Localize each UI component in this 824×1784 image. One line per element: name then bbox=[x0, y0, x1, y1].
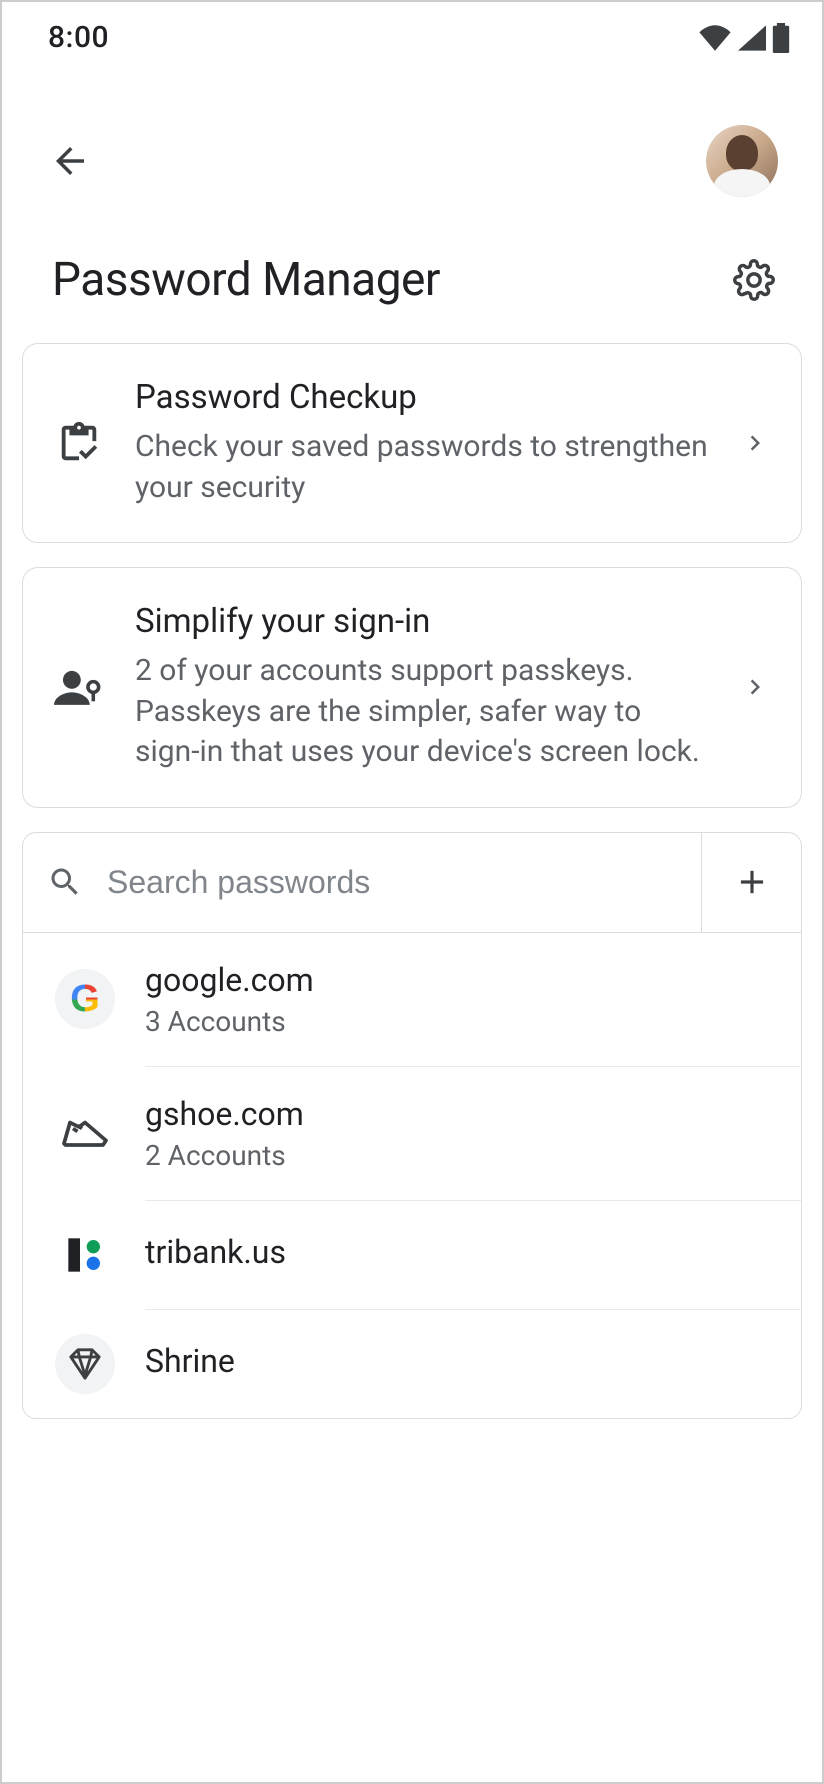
entry-site: Shrine bbox=[145, 1342, 781, 1380]
person-key-icon bbox=[51, 667, 107, 707]
search-input[interactable] bbox=[107, 864, 677, 901]
status-icons bbox=[698, 23, 790, 53]
entry-site: google.com bbox=[145, 961, 781, 999]
passkeys-card[interactable]: Simplify your sign-in 2 of your accounts… bbox=[22, 567, 802, 808]
entry-sub: 3 Accounts bbox=[145, 1005, 781, 1038]
add-password-button[interactable] bbox=[701, 833, 801, 932]
password-entry-tribank[interactable]: tribank.us bbox=[23, 1201, 801, 1309]
checkup-desc: Check your saved passwords to strengthen… bbox=[135, 427, 709, 508]
clipboard-check-icon bbox=[51, 420, 107, 466]
top-bar bbox=[2, 65, 822, 217]
entry-site: gshoe.com bbox=[145, 1095, 781, 1133]
account-avatar[interactable] bbox=[706, 125, 778, 197]
search-icon bbox=[47, 864, 83, 900]
entry-site: tribank.us bbox=[145, 1233, 781, 1271]
entry-sub: 2 Accounts bbox=[145, 1139, 781, 1172]
gear-icon bbox=[733, 259, 775, 301]
password-entry-shrine[interactable]: Shrine bbox=[23, 1310, 801, 1418]
search-row bbox=[23, 833, 801, 933]
checkup-title: Password Checkup bbox=[135, 378, 709, 417]
chevron-right-icon bbox=[737, 428, 773, 458]
back-button[interactable] bbox=[46, 137, 94, 185]
chevron-right-icon bbox=[737, 672, 773, 702]
arrow-back-icon bbox=[49, 140, 91, 182]
battery-icon bbox=[772, 23, 790, 53]
password-entry-gshoe[interactable]: gshoe.com 2 Accounts bbox=[23, 1067, 801, 1200]
cellular-icon bbox=[738, 25, 766, 51]
favicon-google: G bbox=[55, 969, 115, 1029]
wifi-icon bbox=[698, 25, 732, 51]
plus-icon bbox=[733, 863, 771, 901]
status-bar: 8:00 bbox=[2, 2, 822, 65]
page-title: Password Manager bbox=[52, 253, 440, 307]
settings-button[interactable] bbox=[730, 256, 778, 304]
favicon-shrine bbox=[55, 1334, 115, 1394]
passkeys-desc: 2 of your accounts support passkeys. Pas… bbox=[135, 651, 709, 773]
title-row: Password Manager bbox=[2, 217, 822, 343]
status-time: 8:00 bbox=[48, 20, 109, 55]
password-entry-google[interactable]: G google.com 3 Accounts bbox=[23, 933, 801, 1066]
password-list: G google.com 3 Accounts gshoe.com 2 Acco… bbox=[22, 832, 802, 1419]
favicon-tribank bbox=[55, 1225, 115, 1285]
passkeys-title: Simplify your sign-in bbox=[135, 602, 709, 641]
search-area[interactable] bbox=[23, 833, 701, 932]
favicon-gshoe bbox=[55, 1103, 115, 1163]
password-checkup-card[interactable]: Password Checkup Check your saved passwo… bbox=[22, 343, 802, 543]
